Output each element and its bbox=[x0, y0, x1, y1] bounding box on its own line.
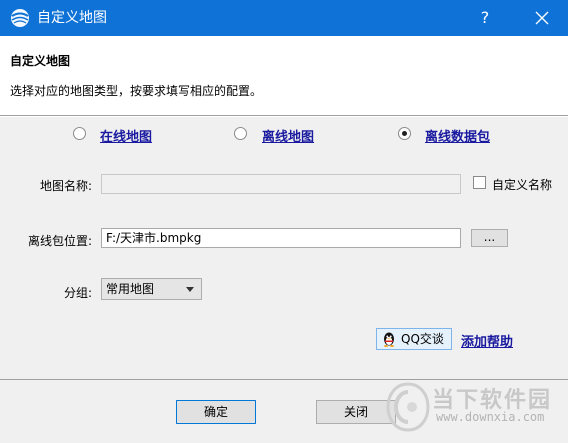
radio-offline-map[interactable] bbox=[234, 127, 247, 140]
help-button[interactable]: ? bbox=[470, 0, 500, 36]
qq-chat-button[interactable]: QQ交谈 bbox=[376, 328, 452, 350]
app-globe-icon bbox=[11, 9, 29, 27]
ok-button[interactable]: 确定 bbox=[176, 400, 256, 424]
dialog-header: 自定义地图 选择对应的地图类型，按要求填写相应的配置。 bbox=[0, 36, 568, 116]
close-icon[interactable] bbox=[524, 0, 560, 36]
radio-label-offline-map[interactable]: 离线地图 bbox=[262, 126, 314, 145]
header-title: 自定义地图 bbox=[10, 54, 71, 68]
group-label: 分组: bbox=[63, 286, 92, 300]
window-title: 自定义地图 bbox=[37, 10, 107, 26]
window-titlebar: 自定义地图 ? bbox=[0, 0, 568, 36]
radio-offline-package[interactable] bbox=[398, 127, 411, 140]
package-location-input[interactable]: F:/天津市.bmpkg bbox=[101, 228, 461, 248]
add-help-link[interactable]: 添加帮助 bbox=[461, 331, 513, 350]
group-select-value: 常用地图 bbox=[106, 282, 155, 296]
package-location-label: 离线包位置: bbox=[27, 234, 92, 248]
qq-chat-label: QQ交谈 bbox=[401, 332, 444, 346]
browse-button[interactable]: ... bbox=[471, 229, 508, 247]
custom-name-checkbox-label[interactable]: 自定义名称 bbox=[492, 176, 552, 193]
header-description: 选择对应的地图类型，按要求填写相应的配置。 bbox=[10, 84, 263, 98]
watermark: 当下软件园 www.downxia.com bbox=[386, 378, 568, 443]
map-name-input[interactable] bbox=[101, 174, 461, 194]
group-select[interactable]: 常用地图 bbox=[101, 278, 202, 300]
watermark-logo-icon bbox=[386, 382, 430, 432]
radio-online-map[interactable] bbox=[73, 127, 86, 140]
custom-name-checkbox[interactable] bbox=[473, 176, 486, 189]
radio-label-online-map[interactable]: 在线地图 bbox=[100, 126, 152, 145]
radio-label-offline-package[interactable]: 离线数据包 bbox=[425, 126, 490, 145]
map-name-label: 地图名称: bbox=[39, 179, 92, 193]
qq-penguin-icon bbox=[384, 332, 394, 347]
close-button[interactable]: 关闭 bbox=[316, 400, 396, 424]
chevron-down-icon bbox=[186, 287, 194, 292]
watermark-url: www.downxia.com bbox=[436, 410, 545, 424]
